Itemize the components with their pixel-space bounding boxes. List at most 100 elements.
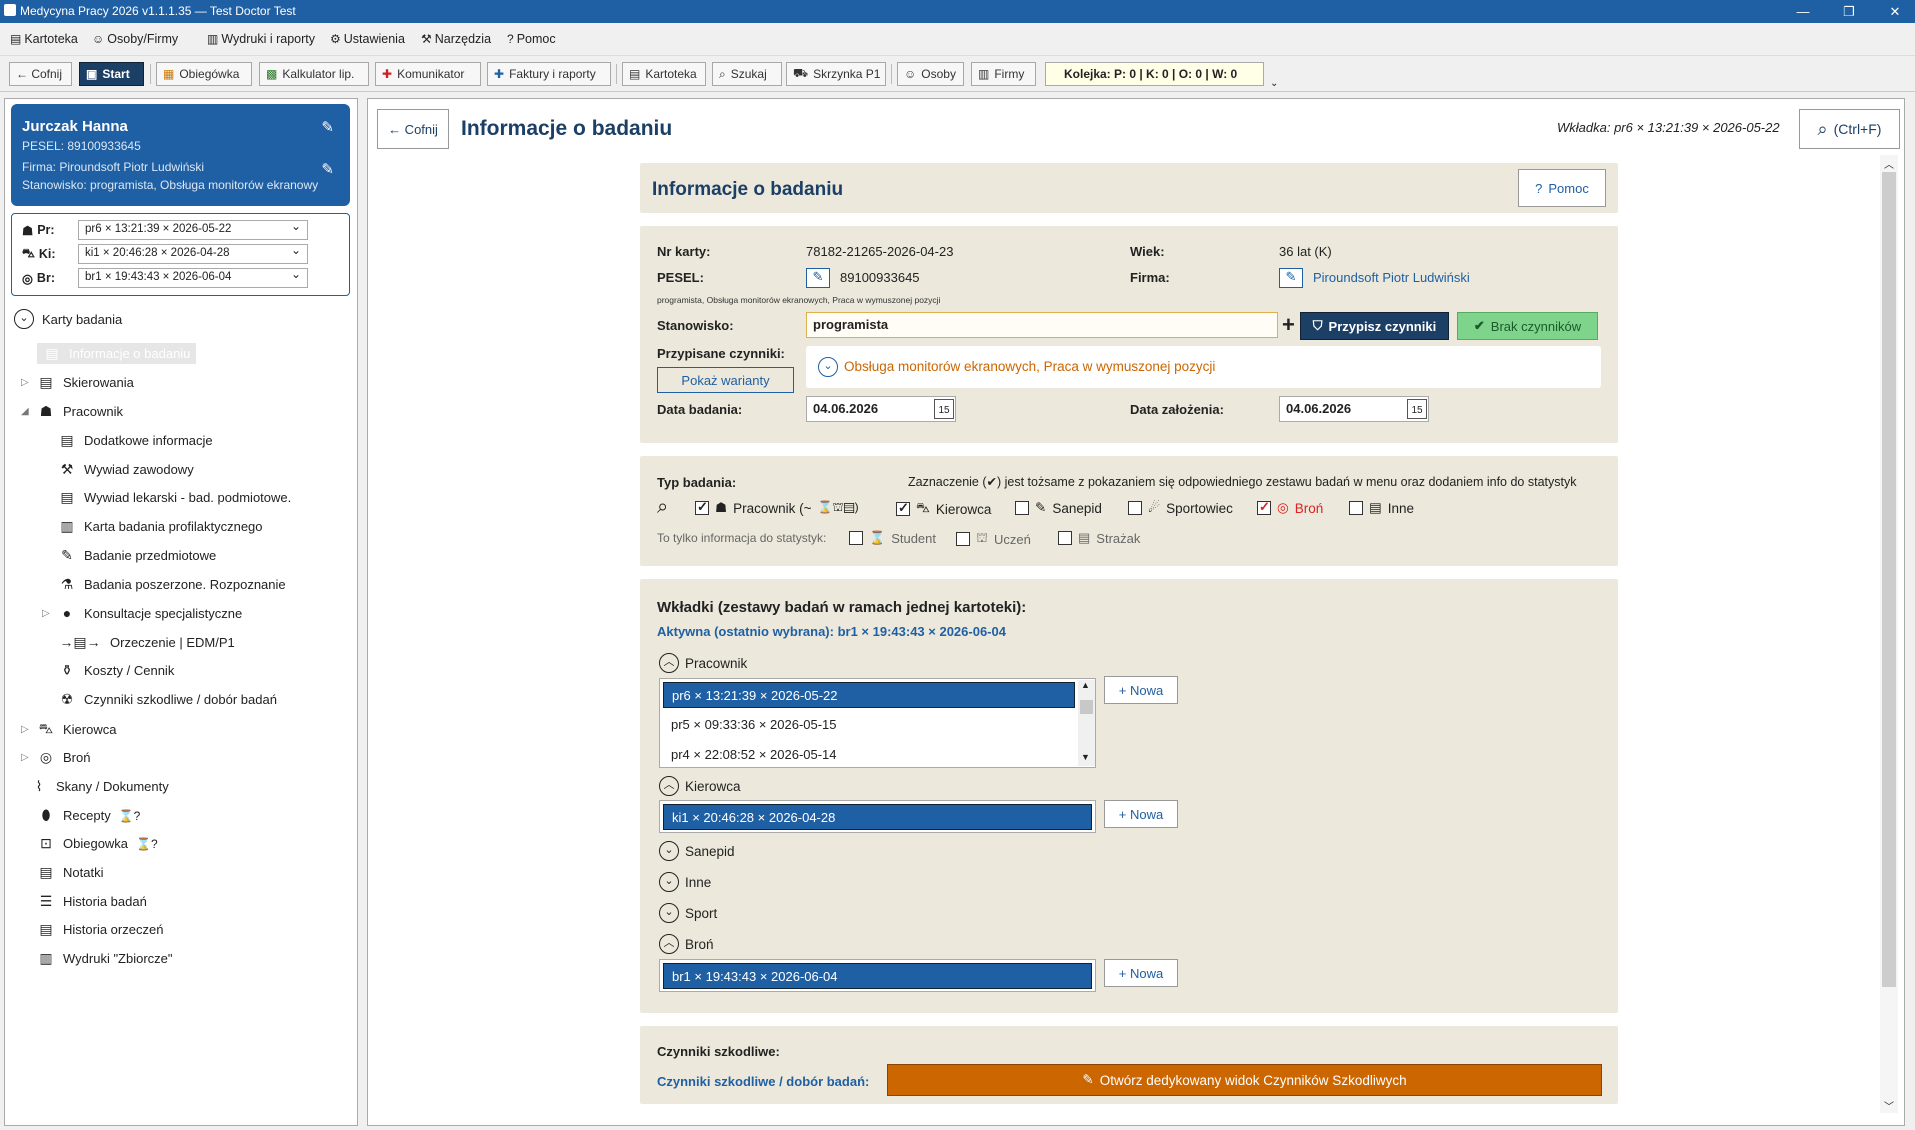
pokaz-warianty-button[interactable]: Pokaż warianty [657, 367, 794, 393]
edit-pencil-icon[interactable]: ✎ [321, 160, 334, 178]
tree-item-orzeczenie[interactable]: →▤→ Orzeczenie | EDM/P1 [58, 634, 234, 651]
list-item[interactable]: pr6 × 13:21:39 × 2026-05-22 [663, 682, 1075, 708]
selector-br-dropdown[interactable]: br1 × 19:43:43 × 2026-06-04 [78, 267, 308, 288]
collapse-icon[interactable]: ◢ [21, 406, 29, 417]
search-icon[interactable]: ⌕ [657, 496, 668, 519]
list-item[interactable]: pr5 × 09:33:36 × 2026-05-15 [663, 712, 1075, 738]
selector-ki-dropdown[interactable]: ki1 × 20:46:28 × 2026-04-28 [78, 243, 308, 264]
checkbox-inne[interactable]: ▤ Inne [1349, 500, 1414, 516]
tree-item-koszty[interactable]: ⚱ Koszty / Cennik [58, 662, 174, 679]
scroll-up-icon[interactable]: ▲ [1081, 680, 1090, 690]
tree-item-pracownik[interactable]: ◢ ☗ Pracownik [21, 403, 123, 420]
tree-item-badania-poszerzone[interactable]: ⚗ Badania poszerzone. Rozpoznanie [58, 576, 286, 593]
back-button[interactable]: ← Cofnij [377, 109, 449, 149]
tree-item-karta-badania[interactable]: ▥ Karta badania profilaktycznego [58, 518, 262, 535]
tree-item-obiegowka[interactable]: ⊡ Obiegowka ⌛? [37, 835, 158, 852]
checkbox-sportowiec[interactable]: ☄ Sportowiec [1128, 500, 1233, 516]
tree-item-bron[interactable]: ▷ ◎ Broń [21, 749, 90, 766]
toolbar-back-button[interactable]: ← Cofnij [9, 62, 72, 86]
nowa-bron-button[interactable]: + Nowa [1104, 959, 1178, 987]
tree-item-historia-orzeczen[interactable]: ▤ Historia orzeczeń [37, 921, 163, 938]
tree-item-wywiad-zawodowy[interactable]: ⚒ Wywiad zawodowy [58, 461, 194, 478]
tree-item-wydruki[interactable]: ▥ Wydruki "Zbiorcze" [37, 950, 172, 967]
scrollbar-thumb[interactable] [1882, 172, 1896, 987]
edit-pencil-icon[interactable]: ✎ [321, 118, 334, 136]
section-pracownik[interactable]: ︿ Pracownik [659, 653, 747, 673]
list-scroll-thumb[interactable] [1080, 700, 1093, 714]
close-icon[interactable]: ✕ [1872, 2, 1915, 21]
toolbar-osoby-button[interactable]: ☺ Osoby [897, 62, 964, 86]
tree-item-notatki[interactable]: ▤ Notatki [37, 864, 103, 881]
tree-item-recepty[interactable]: ⬮ Recepty ⌛? [37, 807, 141, 824]
checkbox-bron[interactable]: ◎ Broń [1257, 499, 1323, 516]
section-kierowca[interactable]: ︿ Kierowca [659, 776, 741, 796]
list-scrollbar[interactable]: ▲ ▼ [1078, 680, 1095, 766]
tree-root-karty[interactable]: ⌄ Karty badania [14, 309, 122, 329]
toolbar-faktury-button[interactable]: ✚ Faktury i raporty [487, 62, 611, 86]
menu-ustawienia[interactable]: ⚙ Ustawienia [330, 32, 405, 46]
toolbar-skrzynka-button[interactable]: ⛟ Skrzynka P1 [786, 62, 886, 86]
edit-pesel-icon[interactable]: ✎ [806, 268, 830, 288]
list-item[interactable]: br1 × 19:43:43 × 2026-06-04 [663, 963, 1092, 989]
toolbar-firmy-button[interactable]: ▥ Firmy [971, 62, 1036, 86]
selector-pr-dropdown[interactable]: pr6 × 13:21:39 × 2026-05-22 [78, 219, 308, 240]
nowa-pracownik-button[interactable]: + Nowa [1104, 676, 1178, 704]
czynniki-link[interactable]: Czynniki szkodliwe / dobór badań: [657, 1074, 869, 1089]
brak-czynnikow-button[interactable]: ✔ Brak czynników [1457, 312, 1598, 340]
list-item[interactable]: ki1 × 20:46:28 × 2026-04-28 [663, 804, 1092, 830]
chevron-down-icon[interactable]: ⌄ [818, 357, 838, 377]
section-inne[interactable]: ⌄ Inne [659, 872, 711, 892]
expand-icon[interactable]: ▷ [21, 752, 29, 763]
menu-osoby-firmy[interactable]: ☺ Osoby/Firmy [92, 32, 178, 46]
nowa-kierowca-button[interactable]: + Nowa [1104, 800, 1178, 828]
checkbox-student[interactable]: ⌛ Student [849, 530, 936, 546]
edit-firma-icon[interactable]: ✎ [1279, 268, 1303, 288]
checkbox-strazak[interactable]: ▤ Strażak [1058, 530, 1140, 546]
checkbox-kierowca[interactable]: ⛍ Kierowca [896, 500, 991, 518]
firma-link[interactable]: Piroundsoft Piotr Ludwiński [1313, 270, 1470, 285]
expand-icon[interactable]: ▷ [42, 608, 50, 619]
toolbar-overflow-icon[interactable]: ⌄ [1270, 78, 1278, 89]
stanowisko-input[interactable]: programista [806, 312, 1278, 338]
tree-item-czynniki[interactable]: ☢ Czynniki szkodliwe / dobór badań [58, 691, 277, 708]
toolbar-kalkulator-button[interactable]: ▩ Kalkulator lip. [259, 62, 369, 86]
menu-kartoteka[interactable]: ▤ Kartoteka [10, 32, 78, 46]
help-button[interactable]: ? Pomoc [1518, 169, 1606, 207]
expand-icon[interactable]: ▷ [21, 724, 29, 735]
scroll-up-icon[interactable]: ︿ [1884, 156, 1894, 171]
expand-icon[interactable]: ▷ [21, 377, 29, 388]
tree-item-skany[interactable]: ⌇ Skany / Dokumenty [30, 778, 169, 795]
search-button[interactable]: ⌕ (Ctrl+F) [1799, 109, 1900, 149]
minimize-icon[interactable]: — [1780, 2, 1826, 21]
section-sport[interactable]: ⌄ Sport [659, 903, 717, 923]
toolbar-komunikator-button[interactable]: ✚ Komunikator [375, 62, 481, 86]
tree-item-dodatkowe[interactable]: ▤ Dodatkowe informacje [58, 432, 212, 449]
section-sanepid[interactable]: ⌄ Sanepid [659, 841, 735, 861]
toolbar-szukaj-button[interactable]: ⌕ Szukaj [712, 62, 782, 86]
tree-item-kierowca[interactable]: ▷ ⛍ Kierowca [21, 720, 116, 739]
checkbox-uczen[interactable]: ⛫ Uczeń [956, 530, 1031, 548]
checkbox-sanepid[interactable]: ✎ Sanepid [1015, 500, 1102, 516]
list-item[interactable]: pr4 × 22:08:52 × 2026-05-14 [663, 742, 1075, 768]
restore-icon[interactable]: ❐ [1826, 2, 1872, 21]
tree-item-wywiad-lekarski[interactable]: ▤ Wywiad lekarski - bad. podmiotowe. [58, 489, 291, 506]
menu-pomoc[interactable]: ? Pomoc [507, 32, 556, 46]
scroll-down-icon[interactable]: ﹀ [1884, 1098, 1894, 1113]
tree-item-badanie-przedmiotowe[interactable]: ✎ Badanie przedmiotowe [58, 547, 216, 564]
section-bron[interactable]: ︿ Broń [659, 934, 714, 954]
tree-item-historia-badan[interactable]: ☰ Historia badań [37, 893, 147, 910]
przypisz-czynniki-button[interactable]: ⛉ Przypisz czynniki [1300, 312, 1449, 340]
checkbox-pracownik[interactable]: ☗ Pracownik (~ ⌛⛫▤) [695, 499, 859, 516]
add-icon[interactable]: + [1282, 312, 1295, 338]
tree-item-skierowania[interactable]: ▷ ▤ Skierowania [21, 374, 134, 391]
calendar-icon[interactable]: 15 [934, 399, 954, 419]
menu-narzedzia[interactable]: ⚒ Narzędzia [421, 32, 491, 46]
toolbar-start-button[interactable]: ▣ Start [79, 62, 144, 86]
calendar-icon[interactable]: 15 [1407, 399, 1427, 419]
tree-item-informacje[interactable]: ▤ Informacje o badaniu [37, 343, 197, 364]
scroll-down-icon[interactable]: ▼ [1081, 752, 1090, 762]
tree-item-konsultacje[interactable]: ▷ ● Konsultacje specjalistyczne [42, 605, 242, 621]
open-czynniki-view-button[interactable]: ✎ Otwórz dedykowany widok Czynników Szkod… [887, 1064, 1602, 1096]
menu-wydruki[interactable]: ▥ Wydruki i raporty [207, 32, 315, 46]
toolbar-obiegowka-button[interactable]: ▦ Obiegówka [156, 62, 252, 86]
